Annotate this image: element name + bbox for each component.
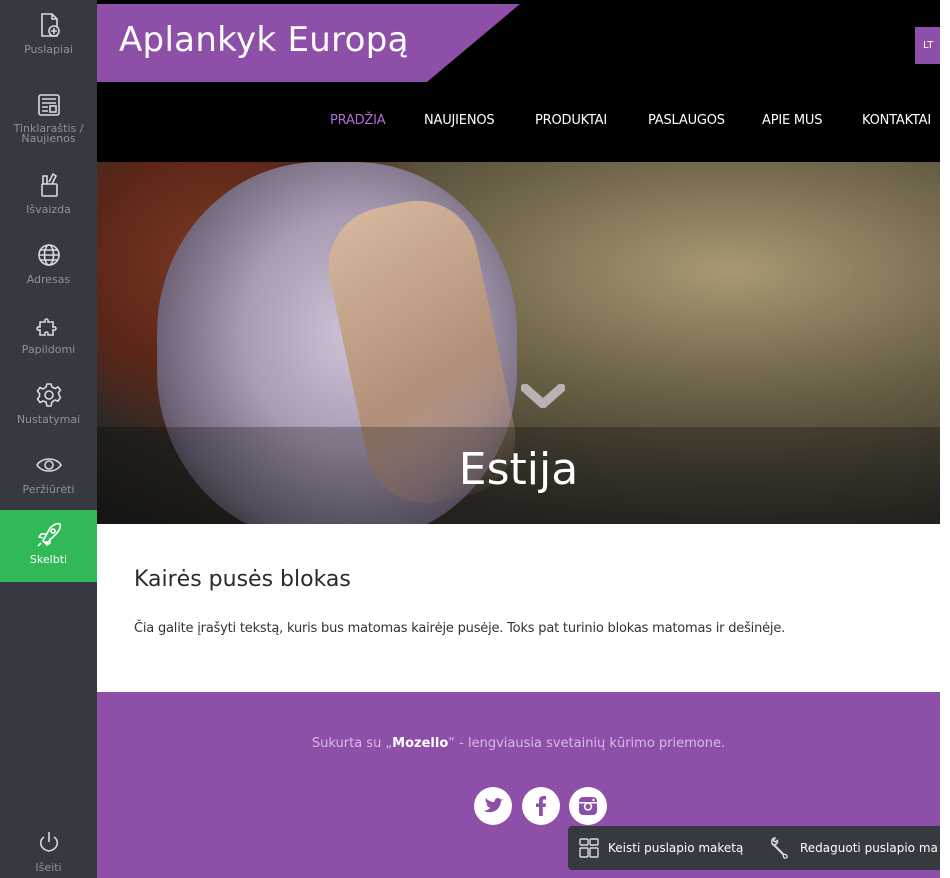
sidebar-item-address[interactable]: Adresas: [0, 230, 97, 310]
facebook-link[interactable]: [522, 787, 560, 825]
nav-item-contacts[interactable]: KONTAKTAI: [862, 113, 931, 128]
sidebar-item-design[interactable]: Išvaizda: [0, 160, 97, 240]
pages-add-icon: [40, 13, 60, 37]
instagram-link[interactable]: [569, 787, 607, 825]
design-brush-icon: [40, 172, 58, 197]
right-edge: [940, 0, 950, 878]
edit-page-label: Redaguoti puslapio ma: [800, 841, 938, 855]
editor-sidebar: Puslapiai Tinklaraštis / Naujienos Išvai…: [0, 0, 97, 878]
logout-button[interactable]: Išeiti: [0, 818, 97, 878]
sidebar-item-label: Nustatymai: [16, 413, 81, 426]
nav-item-about[interactable]: APIE MUS: [762, 113, 822, 128]
layout-grid-icon: [579, 838, 599, 858]
edit-page-button[interactable]: Redaguoti puslapio ma: [768, 826, 938, 870]
site-logo[interactable]: Aplankyk Europą: [119, 20, 409, 60]
sidebar-item-blog[interactable]: Tinklaraštis / Naujienos: [0, 80, 97, 160]
twitter-link[interactable]: [474, 787, 512, 825]
rocket-icon: [36, 522, 61, 547]
publish-button[interactable]: Skelbti: [0, 510, 97, 582]
eye-icon: [35, 458, 62, 472]
nav-item-news[interactable]: NAUJIENOS: [424, 113, 495, 128]
twitter-icon: [484, 798, 503, 813]
footer-credit: Sukurta su „Mozello“ - lengviausia sveta…: [97, 736, 940, 751]
sidebar-item-pages[interactable]: Puslapiai: [0, 0, 97, 80]
content-block: Kairės pusės blokas Čia galite įrašyti t…: [97, 524, 940, 692]
wrench-icon: [771, 837, 788, 859]
floating-page-toolbar: Keisti puslapio maketą Redaguoti puslapi…: [568, 826, 940, 870]
credit-suffix: “ - lengviausia svetainių kūrimo priemon…: [448, 736, 726, 751]
sidebar-item-label: Adresas: [26, 273, 71, 286]
nav-item-products[interactable]: PRODUKTAI: [535, 113, 607, 128]
language-button[interactable]: LT: [915, 27, 940, 64]
sidebar-item-settings[interactable]: Nustatymai: [0, 370, 97, 450]
nav-item-services[interactable]: PASLAUGOS: [648, 113, 725, 128]
instagram-icon: [579, 797, 597, 815]
puzzle-icon: [35, 318, 57, 336]
sidebar-item-label: Peržiūrėti: [22, 483, 75, 496]
sidebar-item-label: Išvaizda: [26, 203, 71, 216]
change-layout-button[interactable]: Keisti puslapio maketą: [578, 826, 743, 870]
sidebar-item-preview[interactable]: Peržiūrėti: [0, 440, 97, 520]
site-header: Aplankyk Europą LT PRADŽIA NAUJIENOS PRO…: [97, 0, 940, 162]
power-icon: [39, 832, 58, 852]
blog-icon: [37, 94, 60, 116]
publish-label: Skelbti: [29, 553, 68, 566]
main-nav: PRADŽIA NAUJIENOS PRODUKTAI PASLAUGOS AP…: [97, 113, 940, 137]
hero-section: Estija: [97, 162, 940, 524]
hero-title: Estija: [458, 444, 579, 495]
credit-prefix: Sukurta su „: [311, 736, 393, 751]
nav-item-home[interactable]: PRADŽIA: [330, 113, 386, 128]
facebook-icon: [536, 796, 546, 816]
sidebar-item-extras[interactable]: Papildomi: [0, 300, 97, 380]
credit-brand-link[interactable]: Mozello: [392, 736, 448, 751]
sidebar-item-label: Puslapiai: [24, 43, 73, 56]
scroll-down-chevron-icon[interactable]: [521, 384, 565, 408]
gear-icon: [35, 383, 62, 407]
content-text: Čia galite įrašyti tekstą, kuris bus mat…: [134, 621, 786, 636]
change-layout-label: Keisti puslapio maketą: [608, 841, 744, 855]
sidebar-item-label: Papildomi: [21, 343, 76, 356]
logout-label: Išeiti: [35, 861, 62, 874]
content-heading: Kairės pusės blokas: [134, 567, 351, 592]
website-preview: Aplankyk Europą LT PRADŽIA NAUJIENOS PRO…: [97, 0, 940, 878]
sidebar-item-label: Tinklaraštis / Naujienos: [13, 122, 84, 145]
globe-icon: [37, 244, 60, 266]
